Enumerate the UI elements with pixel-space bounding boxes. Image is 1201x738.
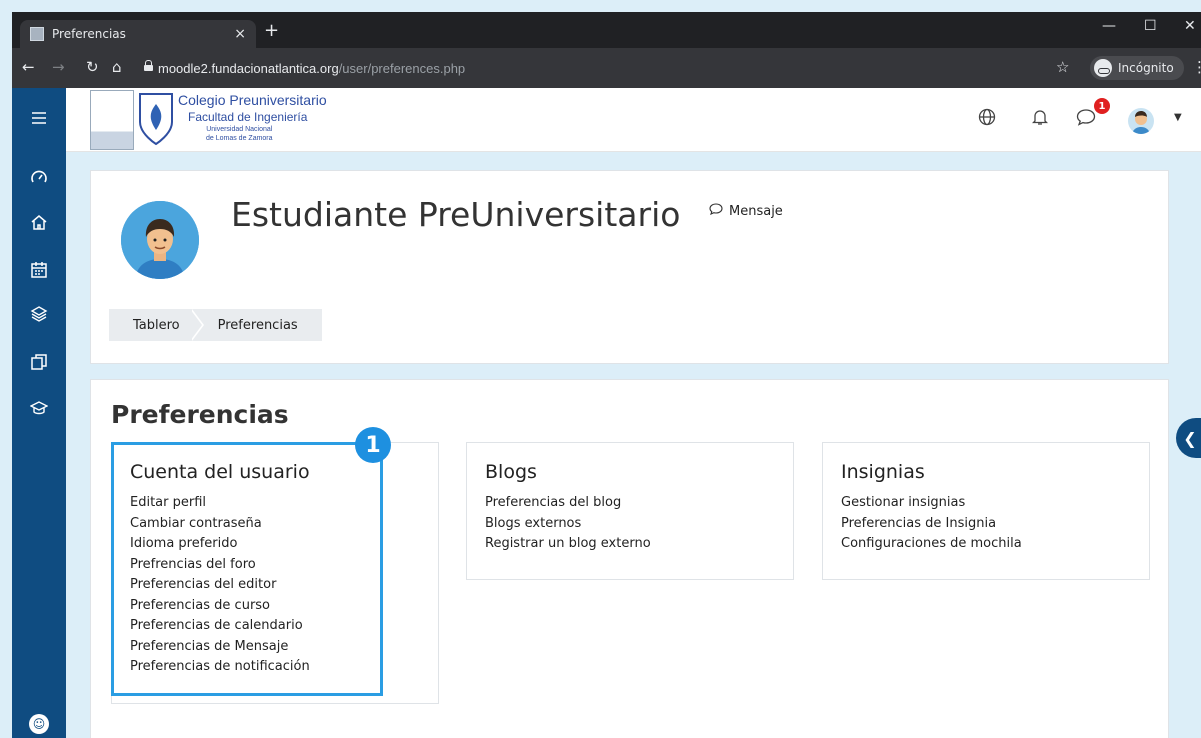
tab-close-icon[interactable]: × bbox=[234, 26, 246, 42]
caret-down-icon[interactable]: ▼ bbox=[1174, 112, 1182, 123]
breadcrumb-separator bbox=[189, 309, 206, 341]
section-title-blogs: Blogs bbox=[485, 461, 537, 483]
profile-avatar bbox=[121, 201, 199, 279]
link-blog-preferences[interactable]: Preferencias del blog bbox=[485, 493, 775, 514]
badges-section: Insignias Gestionar insignias Preferenci… bbox=[822, 442, 1150, 580]
browser-menu-icon[interactable]: ⋮ bbox=[1192, 58, 1201, 76]
dashboard-icon[interactable] bbox=[12, 166, 66, 190]
faculty-shield-logo bbox=[139, 93, 173, 146]
favicon-icon bbox=[30, 27, 44, 41]
hamburger-icon[interactable] bbox=[12, 106, 66, 130]
incognito-indicator[interactable]: Incógnito bbox=[1090, 56, 1184, 80]
browser-toolbar: ← → ↻ ⌂ moodle2.fundacionatlantica.org/u… bbox=[12, 48, 1201, 88]
message-user-link[interactable]: Mensaje bbox=[709, 203, 783, 219]
breadcrumb-dashboard[interactable]: Tablero bbox=[133, 318, 180, 333]
url-path: /user/preferences.php bbox=[338, 61, 466, 76]
link-external-blogs[interactable]: Blogs externos bbox=[485, 514, 775, 535]
browser-tab[interactable]: Preferencias × bbox=[20, 20, 256, 48]
url-host: moodle2.fundacionatlantica.org bbox=[158, 61, 339, 76]
left-drawer: ☺ bbox=[12, 88, 66, 738]
message-count-badge: 1 bbox=[1094, 98, 1110, 114]
tutorial-highlight-box bbox=[111, 442, 383, 696]
profile-header: Estudiante PreUniversitario Mensaje Tabl… bbox=[90, 170, 1169, 364]
blogs-section: Blogs Preferencias del blog Blogs extern… bbox=[466, 442, 794, 580]
link-register-external-blog[interactable]: Registrar un blog externo bbox=[485, 534, 775, 555]
message-label: Mensaje bbox=[729, 203, 783, 219]
lock-icon bbox=[144, 60, 153, 71]
link-backpack-settings[interactable]: Configuraciones de mochila bbox=[841, 534, 1131, 555]
university-logo[interactable] bbox=[90, 90, 134, 150]
avatar[interactable] bbox=[1128, 108, 1154, 134]
page-title: Preferencias bbox=[111, 400, 289, 429]
chat-icon[interactable] bbox=[1076, 108, 1096, 131]
new-tab-button[interactable]: + bbox=[264, 20, 279, 41]
link-badge-preferences[interactable]: Preferencias de Insignia bbox=[841, 514, 1131, 535]
breadcrumb-preferences[interactable]: Preferencias bbox=[218, 318, 298, 333]
incognito-icon bbox=[1094, 59, 1112, 77]
browser-tabbar: Preferencias × + — ☐ ✕ bbox=[12, 12, 1201, 48]
site-navbar: Colegio Preuniversitario Facultad de Ing… bbox=[66, 88, 1201, 152]
logo-caption-line-2: de Lomas de Zamora bbox=[206, 135, 273, 142]
message-bubble-icon bbox=[709, 203, 723, 219]
preferences-card: Preferencias Cuenta del usuario Editar p… bbox=[90, 379, 1169, 738]
minimize-icon[interactable]: — bbox=[1102, 18, 1116, 34]
home-browser-icon[interactable]: ⌂ bbox=[112, 58, 122, 76]
accessibility-icon[interactable]: ☺ bbox=[29, 714, 49, 734]
logo-caption-line-1: Universidad Nacional bbox=[206, 126, 273, 133]
incognito-label: Incógnito bbox=[1118, 61, 1174, 75]
layers-icon[interactable] bbox=[12, 302, 66, 326]
reload-icon[interactable]: ↻ bbox=[86, 58, 99, 76]
calendar-icon[interactable] bbox=[12, 258, 66, 282]
logo-title: Colegio Preuniversitario bbox=[178, 92, 327, 108]
forward-icon[interactable]: → bbox=[52, 58, 65, 76]
bookmark-star-icon[interactable]: ☆ bbox=[1056, 58, 1069, 76]
address-bar[interactable]: moodle2.fundacionatlantica.org/user/pref… bbox=[158, 61, 465, 76]
bell-icon[interactable] bbox=[1031, 108, 1049, 131]
files-icon[interactable] bbox=[12, 350, 66, 374]
link-manage-badges[interactable]: Gestionar insignias bbox=[841, 493, 1131, 514]
breadcrumb: Tablero Preferencias bbox=[109, 309, 322, 341]
logo-caption: Universidad Nacional de Lomas de Zamora bbox=[206, 125, 273, 143]
open-right-drawer-chevron-icon[interactable]: ❮ bbox=[1176, 418, 1201, 458]
graduation-cap-icon[interactable] bbox=[12, 396, 66, 420]
window-close-icon[interactable]: ✕ bbox=[1184, 18, 1196, 34]
back-icon[interactable]: ← bbox=[22, 58, 35, 76]
section-title-badges: Insignias bbox=[841, 461, 925, 483]
tutorial-step-badge: 1 bbox=[355, 427, 391, 463]
maximize-icon[interactable]: ☐ bbox=[1144, 18, 1157, 34]
globe-icon[interactable] bbox=[978, 108, 996, 131]
home-icon[interactable] bbox=[12, 210, 66, 234]
tab-title: Preferencias bbox=[52, 27, 126, 41]
logo-subtitle: Facultad de Ingeniería bbox=[188, 110, 308, 124]
user-fullname: Estudiante PreUniversitario bbox=[231, 195, 681, 234]
